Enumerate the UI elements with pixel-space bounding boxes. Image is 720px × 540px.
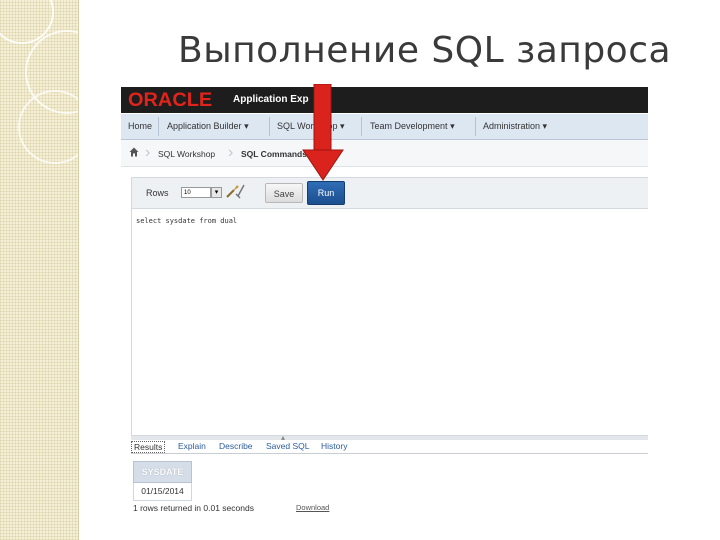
decorative-divider — [78, 0, 79, 540]
tab-describe[interactable]: Describe — [219, 441, 253, 451]
tab-explain[interactable]: Explain — [178, 441, 206, 451]
decorative-side-band — [0, 0, 109, 540]
breadcrumb: › SQL Workshop › SQL Commands — [121, 140, 648, 167]
decorative-ring — [18, 90, 92, 164]
slide-title: Выполнение SQL запроса — [178, 30, 672, 71]
breadcrumb-separator-icon: › — [145, 144, 151, 161]
oracle-logo: ORACLE — [128, 90, 213, 111]
nav-label: Team Development — [370, 121, 448, 131]
nav-label: Home — [128, 121, 153, 131]
chevron-down-icon: ▾ — [450, 121, 455, 131]
save-button[interactable]: Save — [265, 183, 303, 203]
red-arrow-annotation — [302, 84, 344, 181]
nav-label: Application Builder — [167, 121, 242, 131]
nav-label: Administration — [483, 121, 541, 131]
sql-toolbar: Rows 10 ▾ Save Run — [131, 177, 648, 209]
nav-divider — [158, 117, 159, 136]
main-nav: Home Application Builder ▾ SQL Workshop … — [121, 114, 648, 140]
chevron-down-icon: ▾ — [542, 121, 548, 131]
sql-query-text: select sysdate from dual — [136, 217, 238, 225]
chevron-down-icon[interactable]: ▾ — [211, 187, 222, 198]
app-name: Application Exp — [233, 94, 309, 105]
oracle-header-bar: ORACLE Application Exp — [121, 87, 648, 113]
tab-saved-sql[interactable]: Saved SQL — [266, 441, 309, 451]
find-tables-icon[interactable] — [224, 182, 246, 200]
results-cell: 01/15/2014 — [133, 483, 192, 501]
breadcrumb-item-sql-workshop[interactable]: SQL Workshop — [158, 149, 215, 159]
tab-results[interactable]: Results — [131, 441, 166, 453]
nav-divider — [269, 117, 270, 136]
nav-divider — [361, 117, 362, 136]
editor-resize-handle[interactable] — [131, 436, 648, 440]
nav-item-administration[interactable]: Administration ▾ — [483, 121, 547, 132]
rows-label: Rows — [146, 188, 169, 198]
sql-editor[interactable]: select sysdate from dual — [131, 208, 648, 436]
tab-history[interactable]: History — [321, 441, 347, 451]
run-button[interactable]: Run — [307, 181, 345, 205]
breadcrumb-separator-icon: › — [228, 144, 234, 161]
nav-item-application-builder[interactable]: Application Builder ▾ — [167, 121, 249, 132]
nav-item-team-development[interactable]: Team Development ▾ — [370, 121, 455, 132]
tabs-divider — [131, 453, 648, 454]
results-status: 1 rows returned in 0.01 seconds — [133, 503, 254, 513]
results-column-header: SYSDATE — [133, 461, 192, 483]
chevron-down-icon: ▾ — [244, 121, 249, 131]
rows-select[interactable]: 10 — [181, 187, 211, 198]
download-link[interactable]: Download — [296, 503, 329, 512]
breadcrumb-item-sql-commands: SQL Commands — [241, 149, 307, 159]
nav-divider — [475, 117, 476, 136]
nav-item-home[interactable]: Home — [128, 121, 152, 131]
apex-screenshot: ORACLE Application Exp Home Application … — [121, 87, 648, 527]
home-icon[interactable] — [129, 147, 139, 157]
